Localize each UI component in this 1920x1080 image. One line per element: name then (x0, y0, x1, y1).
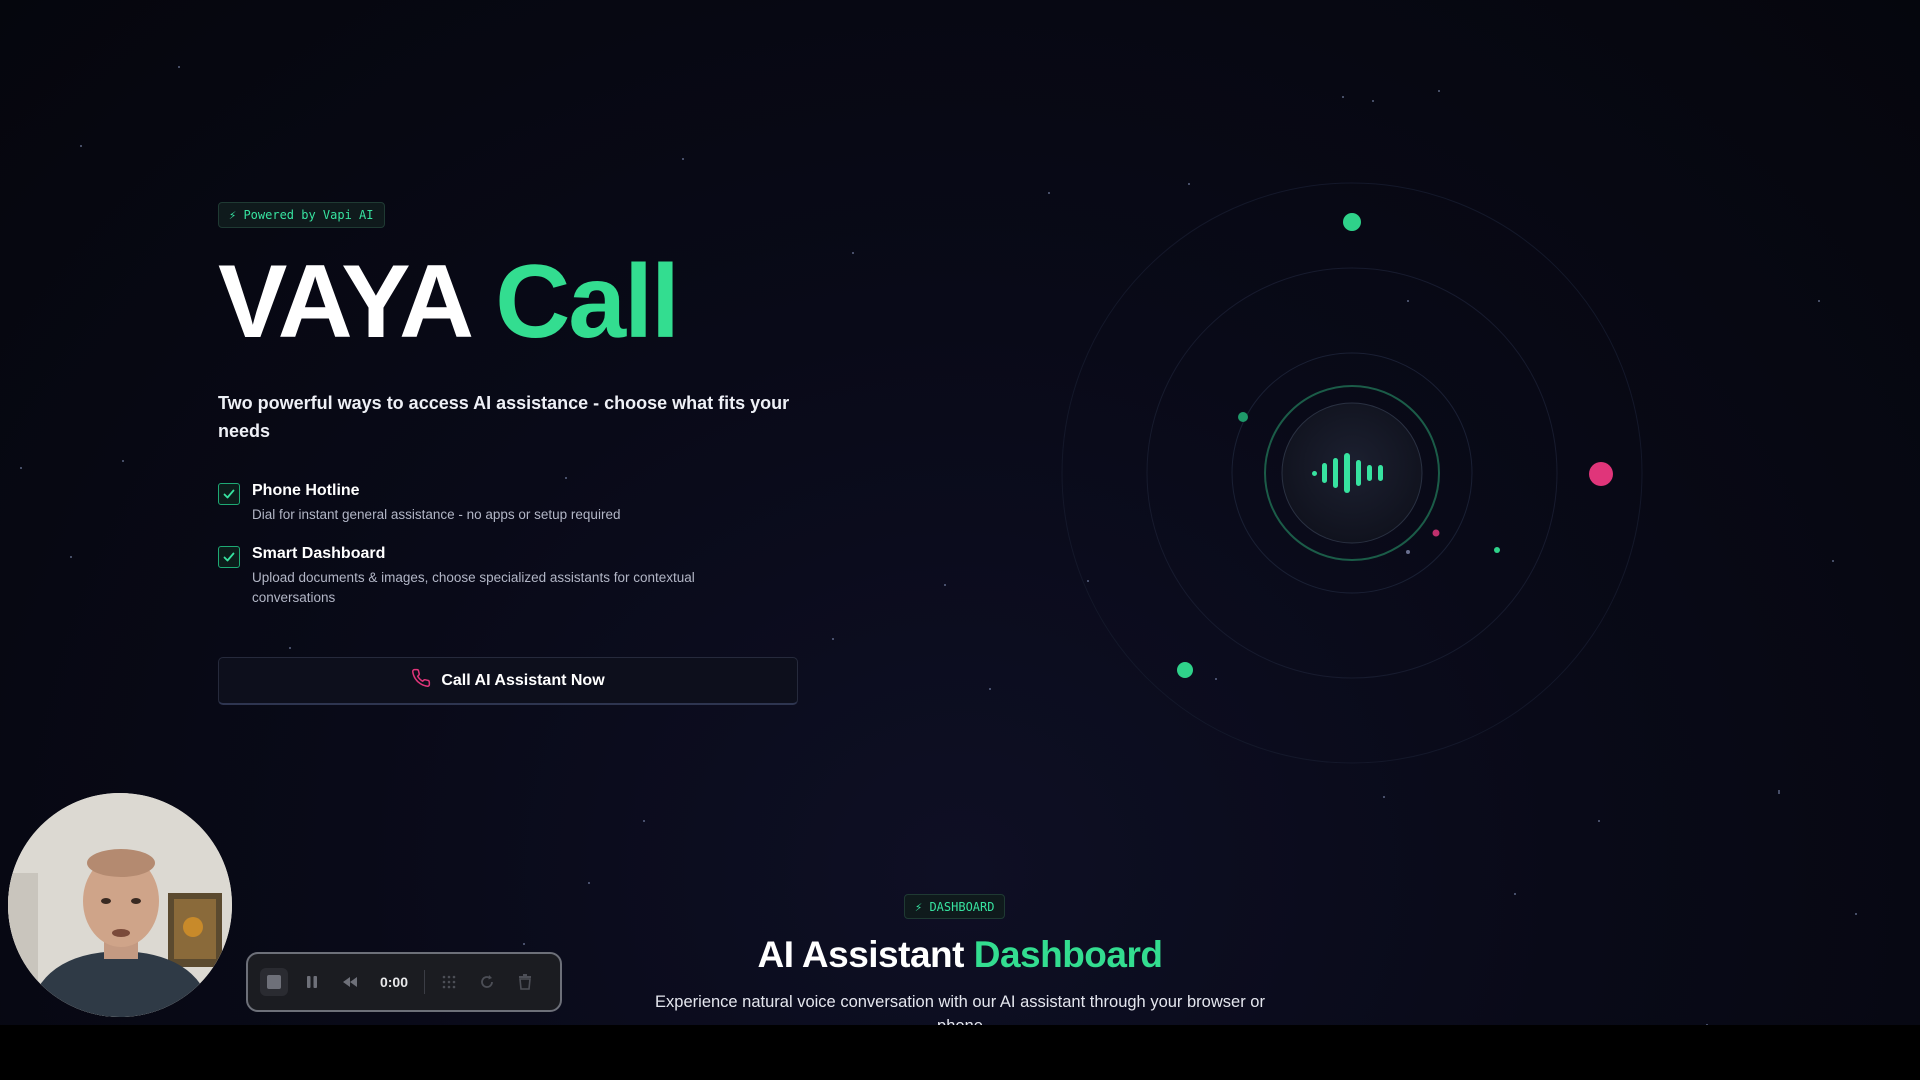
orbit-dot-green (1343, 213, 1361, 231)
star (989, 688, 991, 690)
orbit-dot-green-small (1494, 547, 1500, 553)
pause-icon[interactable] (298, 968, 326, 996)
star (588, 882, 590, 884)
voice-orbit-visual (1061, 182, 1643, 764)
powered-by-badge: ⚡ Powered by Vapi AI (218, 202, 385, 228)
star (1383, 796, 1385, 798)
star (1818, 300, 1820, 302)
phone-icon (411, 668, 431, 693)
landing-page: ⚡ Powered by Vapi AI VAYA Call Two power… (0, 0, 1920, 1025)
feature-smart-dashboard: Smart Dashboard Upload documents & image… (218, 543, 772, 608)
divider (424, 970, 425, 994)
star (1514, 893, 1516, 895)
recording-time: 0:00 (379, 974, 409, 990)
star (178, 66, 180, 68)
recording-toolbar: 0:00 (246, 952, 562, 1012)
star (1778, 790, 1780, 792)
star (1342, 96, 1344, 98)
star (1832, 560, 1834, 562)
star (1778, 792, 1780, 794)
orbit-dot-green-small (1238, 412, 1248, 422)
star (682, 158, 684, 160)
feature-title: Phone Hotline (252, 482, 360, 499)
orbit-dot-pink-small (1432, 529, 1440, 537)
star (643, 820, 645, 822)
letterbox-bar (0, 1025, 1920, 1080)
core-circle (1281, 402, 1423, 544)
presenter-image (8, 793, 232, 1017)
call-button-label: Call AI Assistant Now (441, 671, 605, 689)
feature-description: Dial for instant general assistance - no… (252, 507, 621, 522)
hero-subtitle: Two powerful ways to access AI assistanc… (218, 393, 790, 441)
rewind-icon[interactable] (336, 968, 364, 996)
feature-description: Upload documents & images, choose specia… (252, 570, 695, 605)
checkbox-checked-icon (218, 546, 240, 568)
dashboard-badge-label: ⚡ DASHBOARD (915, 899, 995, 914)
star (852, 252, 854, 254)
star (1855, 913, 1857, 915)
powered-by-label: ⚡ Powered by Vapi AI (229, 208, 374, 222)
trash-icon[interactable] (511, 968, 539, 996)
star (832, 638, 834, 640)
webcam-avatar[interactable] (8, 793, 232, 1017)
star (122, 460, 124, 462)
dashboard-title-main: AI Assistant (757, 934, 964, 975)
orbit-dot-gray (1406, 550, 1410, 554)
hero-title-accent: Call (495, 244, 680, 360)
star (289, 647, 291, 649)
checkbox-checked-icon (218, 483, 240, 505)
hero-title: VAYA Call (218, 250, 680, 354)
star (1372, 100, 1374, 102)
star (70, 556, 72, 558)
restart-icon[interactable] (473, 968, 501, 996)
orbit-dot-pink (1589, 462, 1613, 486)
dashboard-badge: ⚡ DASHBOARD (904, 894, 1006, 919)
star (20, 467, 22, 469)
star (1438, 90, 1440, 92)
star (1598, 820, 1600, 822)
call-ai-assistant-button[interactable]: Call AI Assistant Now (218, 657, 798, 705)
star (565, 477, 567, 479)
star (80, 145, 82, 147)
hero-title-main: VAYA (218, 244, 470, 360)
feature-phone-hotline: Phone Hotline Dial for instant general a… (218, 480, 772, 525)
dashboard-subtitle: Experience natural voice conversation wi… (655, 993, 1265, 1025)
grid-icon[interactable] (435, 968, 463, 996)
orbit-dot-green (1177, 662, 1193, 678)
stop-icon[interactable] (260, 968, 288, 996)
star (944, 584, 946, 586)
feature-title: Smart Dashboard (252, 545, 386, 562)
dashboard-title-accent: Dashboard (973, 934, 1163, 975)
